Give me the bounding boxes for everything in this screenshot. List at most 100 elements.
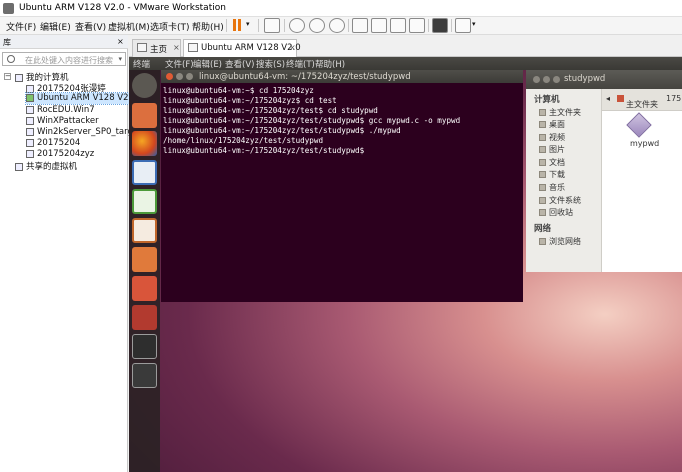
- tree-item-vm[interactable]: 20175204: [26, 138, 80, 149]
- breadcrumb-home[interactable]: 主文件夹: [617, 94, 658, 109]
- minimize-window-icon[interactable]: [176, 73, 183, 80]
- vm-icon: [26, 127, 34, 136]
- close-library-icon[interactable]: ×: [117, 37, 124, 46]
- chevron-left-icon[interactable]: ◂: [606, 94, 610, 103]
- sidebar-section-computer: 计算机: [534, 95, 560, 105]
- library-title: 库: [3, 38, 11, 47]
- sidebar-item-home[interactable]: 主文件夹: [539, 107, 581, 118]
- revert-snapshot-icon[interactable]: [309, 18, 325, 33]
- sidebar-item-trash[interactable]: 回收站: [539, 207, 573, 218]
- menu-view[interactable]: 查看(V): [75, 20, 106, 33]
- send-keys-icon[interactable]: [264, 18, 280, 33]
- vm-running-icon: [26, 93, 34, 102]
- search-placeholder: 在此处键入内容进行搜索: [25, 56, 113, 65]
- library-search-input[interactable]: 在此处键入内容进行搜索 ▾: [2, 52, 126, 66]
- fullscreen-icon[interactable]: [390, 18, 406, 33]
- menu-tabs[interactable]: 选项卡(T): [150, 20, 190, 33]
- workspace-switcher-icon[interactable]: [132, 363, 157, 388]
- snapshot-manager-icon[interactable]: [329, 18, 345, 33]
- tree-item-shared-vms[interactable]: 共享的虚拟机: [15, 160, 77, 172]
- ubuntu-dash-icon[interactable]: [132, 73, 157, 98]
- vm-tab-icon: [188, 43, 198, 52]
- ubuntu-one-icon[interactable]: [132, 276, 157, 301]
- tab-ubuntu-arm[interactable]: Ubuntu ARM V128 V2.0 ×: [183, 39, 301, 57]
- close-window-icon[interactable]: [533, 76, 540, 83]
- chevron-down-icon[interactable]: ▾: [472, 20, 476, 28]
- window-title: Ubuntu ARM V128 V2.0 - VMware Workstatio…: [19, 3, 226, 13]
- sidebar-item-videos[interactable]: 视频: [539, 132, 565, 143]
- maximize-window-icon[interactable]: [186, 73, 193, 80]
- menu-vm[interactable]: 虚拟机(M): [108, 20, 150, 33]
- firefox-icon[interactable]: [132, 131, 157, 156]
- chevron-down-icon[interactable]: ▾: [118, 55, 122, 63]
- guest-menu-search[interactable]: 搜索(S): [256, 58, 285, 70]
- calc-icon[interactable]: [132, 189, 157, 214]
- terminal-line: linux@ubuntu64-vm:~/175204zyz/test/study…: [163, 146, 365, 155]
- tree-item-vm[interactable]: 20175204张漫婷: [26, 82, 106, 94]
- writer-icon[interactable]: [132, 160, 157, 185]
- tree-item-vm[interactable]: Win2kServer_SP0_target: [26, 127, 141, 138]
- sidebar-item-downloads[interactable]: 下载: [539, 169, 565, 180]
- tree-item-vm[interactable]: 20175204zyz: [26, 149, 94, 160]
- close-tab-icon[interactable]: ×: [173, 43, 180, 52]
- sidebar-item-desktop[interactable]: 桌面: [539, 119, 565, 130]
- pause-icon[interactable]: [233, 19, 236, 31]
- sidebar-item-pictures[interactable]: 图片: [539, 144, 565, 155]
- pause-icon-bar: [238, 19, 241, 31]
- impress-icon[interactable]: [132, 218, 157, 243]
- vmware-logo-icon: [3, 3, 14, 14]
- menu-help[interactable]: 帮助(H): [192, 20, 224, 33]
- file-manager: 计算机 主文件夹 桌面 视频 图片 文档 下载 音乐 文件系统 回收站 网络 浏…: [526, 89, 682, 272]
- sidebar-item-music[interactable]: 音乐: [539, 182, 565, 193]
- settings-icon[interactable]: [132, 305, 157, 330]
- thumbnail-icon[interactable]: [371, 18, 387, 33]
- terminal-titlebar[interactable]: linux@ubuntu64-vm: ~/175204zyz/test/stud…: [161, 70, 523, 83]
- computer-icon: [15, 73, 23, 82]
- sidebar-item-filesystem[interactable]: 文件系统: [539, 195, 581, 206]
- menu-edit[interactable]: 编辑(E): [40, 20, 71, 33]
- software-center-icon[interactable]: [132, 247, 157, 272]
- menu-bar: 文件(F) 编辑(E) 查看(V) 虚拟机(M) 选项卡(T) 帮助(H) ▾ …: [0, 17, 682, 35]
- guest-menu-terminal[interactable]: 终端(T): [286, 58, 315, 70]
- sidebar-item-browse-network[interactable]: 浏览网络: [539, 236, 581, 247]
- vm-icon: [26, 105, 34, 114]
- minimize-window-icon[interactable]: [543, 76, 550, 83]
- tree-root-my-computer[interactable]: 我的计算机: [15, 71, 69, 83]
- close-window-icon[interactable]: [166, 73, 173, 80]
- maximize-window-icon[interactable]: [553, 76, 560, 83]
- unity-icon[interactable]: [409, 18, 425, 33]
- file-manager-titlebar[interactable]: studypwd: [526, 70, 682, 89]
- executable-file-icon[interactable]: [626, 112, 652, 138]
- terminal-line: linux@ubuntu64-vm:~/175204zyz/test$ cd s…: [163, 106, 378, 115]
- drive-icon: [539, 197, 546, 204]
- console-view-icon[interactable]: [432, 18, 448, 33]
- sidebar-item-documents[interactable]: 文档: [539, 157, 565, 168]
- stretch-view-icon[interactable]: [455, 18, 471, 33]
- tree-item-vm[interactable]: RocEDU.Win7: [26, 105, 95, 116]
- home-folder-icon[interactable]: [132, 103, 157, 128]
- guest-menu-edit[interactable]: 编辑(E): [193, 58, 222, 70]
- terminal-icon[interactable]: [132, 334, 157, 359]
- vm-icon: [26, 149, 34, 158]
- dropdown-icon[interactable]: ▾: [246, 20, 250, 28]
- toolbar-separator: [348, 19, 349, 32]
- tab-home[interactable]: 主页 ×: [132, 39, 181, 57]
- menu-file[interactable]: 文件(F): [6, 20, 36, 33]
- snapshot-icon[interactable]: [289, 18, 305, 33]
- tree-item-vm-selected[interactable]: Ubuntu ARM V128 V2.0: [25, 92, 138, 105]
- vm-icon: [26, 138, 34, 147]
- document-folder-icon: [539, 159, 546, 166]
- tree-collapse-icon[interactable]: −: [4, 73, 11, 80]
- show-library-icon[interactable]: [352, 18, 368, 33]
- toolbar-separator: [226, 19, 227, 32]
- file-label[interactable]: mypwd: [630, 139, 659, 148]
- guest-menu-view[interactable]: 查看(V): [225, 58, 254, 70]
- guest-menu-file[interactable]: 文件(F): [165, 58, 194, 70]
- close-tab-icon[interactable]: ×: [289, 43, 296, 52]
- breadcrumb-folder[interactable]: 175: [666, 94, 681, 103]
- library-panel: 库 × 在此处键入内容进行搜索 ▾ − 我的计算机 20175204张漫婷 Ub…: [0, 35, 141, 472]
- guest-menu-help[interactable]: 帮助(H): [315, 58, 345, 70]
- tree-item-vm[interactable]: WinXPattacker: [26, 116, 99, 127]
- terminal-output[interactable]: linux@ubuntu64-vm:~$ cd 175204zyz linux@…: [161, 83, 523, 302]
- home-folder-icon: [539, 109, 546, 116]
